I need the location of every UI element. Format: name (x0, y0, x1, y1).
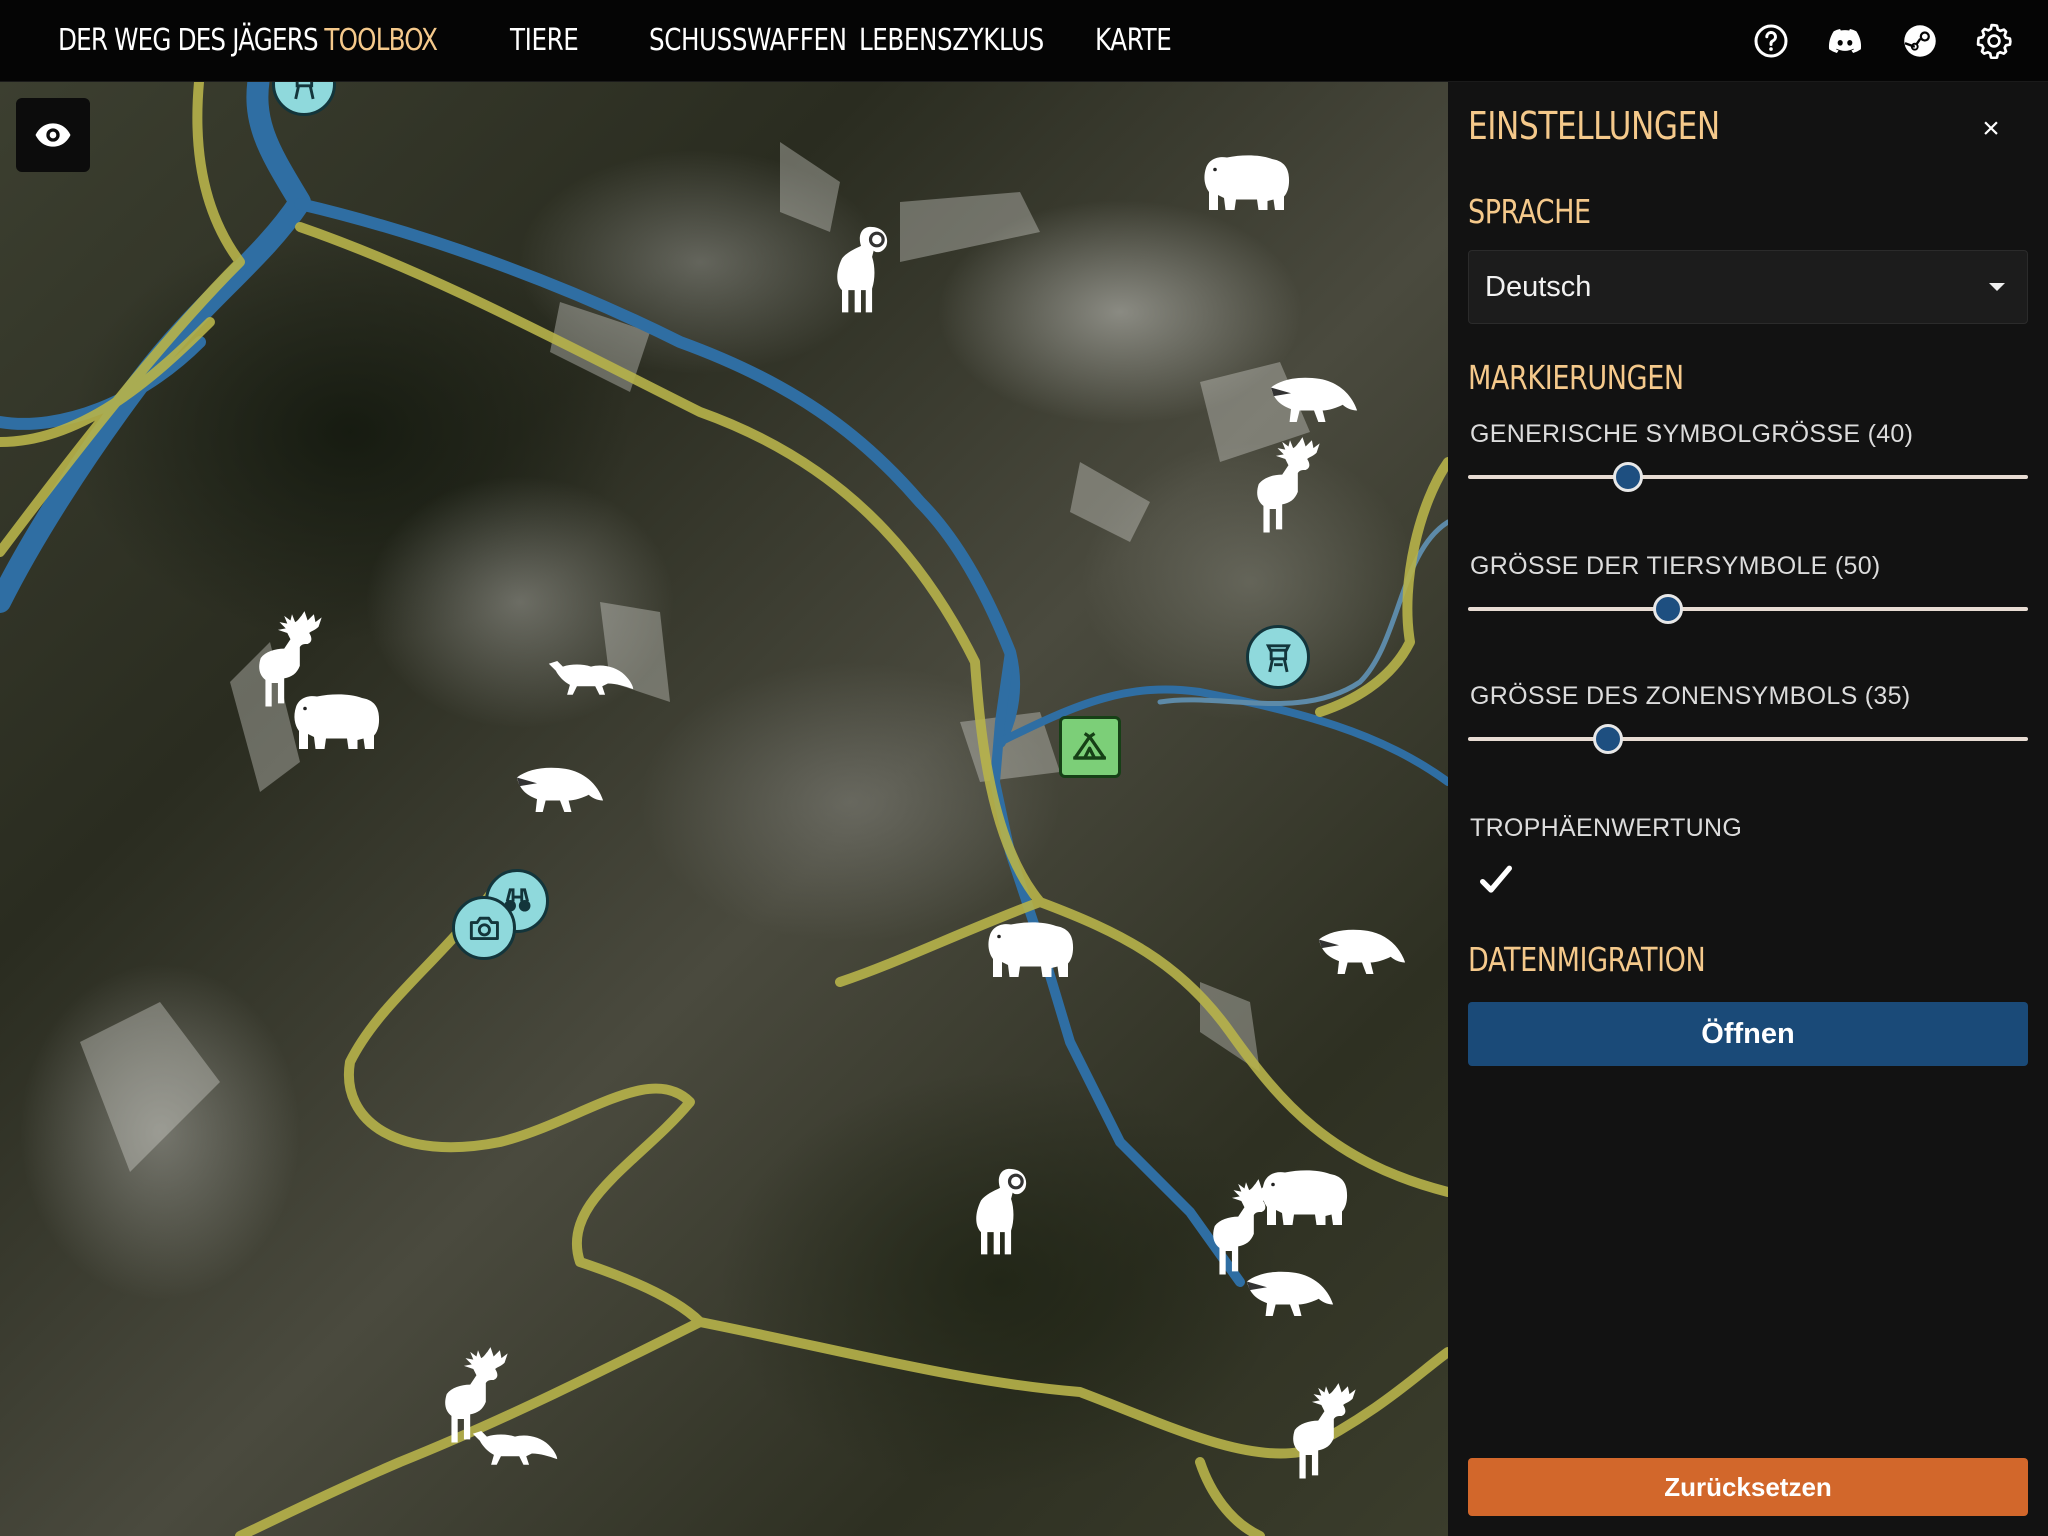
bear-icon[interactable] (984, 904, 1080, 984)
language-select-value: Deutsch (1485, 270, 1592, 303)
slider-track (1468, 475, 2028, 479)
badger-icon[interactable] (1268, 368, 1360, 430)
ram-icon[interactable] (962, 1162, 1038, 1258)
ram-icon[interactable] (823, 220, 899, 316)
camera-icon[interactable] (452, 896, 516, 960)
nav-item-schusswaffen[interactable]: SCHUSSWAFFEN (649, 0, 847, 82)
map-terrain (0, 82, 1448, 1536)
chevron-down-icon (1989, 283, 2005, 291)
tent-icon[interactable] (1059, 716, 1121, 778)
app-title-main: DER WEG DES JÄGERS (58, 23, 319, 58)
badger-icon[interactable] (1244, 1262, 1336, 1324)
bear-icon[interactable] (1200, 137, 1296, 217)
fox-icon[interactable] (546, 652, 636, 698)
close-settings-button[interactable]: × (1974, 112, 2008, 146)
hunting-stand-icon[interactable] (1246, 625, 1310, 689)
fox-icon[interactable] (470, 1422, 560, 1468)
settings-panel: EINSTELLUNGEN × SPRACHE Deutsch MARKIERU… (1448, 82, 2048, 1536)
trophy-rating-label: TROPHÄENWERTUNG (1470, 814, 1743, 842)
deer-icon[interactable] (1245, 434, 1335, 534)
nav-item-tiere[interactable]: TIERE (510, 0, 579, 82)
trophy-rating-checkbox[interactable] (1476, 860, 1516, 900)
zone-icon-size-slider[interactable] (1468, 724, 2028, 754)
animal-icon-size-slider[interactable] (1468, 594, 2028, 624)
toggle-visibility-button[interactable] (16, 98, 90, 172)
settings-title: EINSTELLUNGEN (1468, 104, 1720, 148)
zone-icon-size-label: GRÖSSE DES ZONENSYMBOLS (35) (1470, 682, 1911, 710)
language-select[interactable]: Deutsch (1468, 250, 2028, 324)
steam-icon[interactable] (1899, 20, 1941, 62)
top-navigation-bar: DER WEG DES JÄGERS TOOLBOX TIERE SCHUSSWA… (0, 0, 2048, 82)
data-migration-section-title: DATENMIGRATION (1468, 940, 1706, 979)
slider-thumb[interactable] (1593, 724, 1623, 754)
language-section-title: SPRACHE (1468, 192, 1591, 231)
help-icon[interactable] (1750, 20, 1792, 62)
bear-icon[interactable] (290, 676, 386, 756)
slider-thumb[interactable] (1613, 462, 1643, 492)
open-migration-button[interactable]: Öffnen (1468, 1002, 2028, 1066)
deer-icon[interactable] (1282, 1380, 1370, 1480)
eye-icon (35, 123, 71, 147)
discord-icon[interactable] (1824, 20, 1866, 62)
generic-icon-size-label: GENERISCHE SYMBOLGRÖSSE (40) (1470, 420, 1914, 448)
app-title-accent: TOOLBOX (324, 23, 438, 58)
generic-icon-size-slider[interactable] (1468, 462, 2028, 492)
animal-icon-size-label: GRÖSSE DER TIERSYMBOLE (50) (1470, 552, 1881, 580)
close-icon: × (1982, 112, 2000, 145)
slider-track (1468, 737, 2028, 741)
markers-section-title: MARKIERUNGEN (1468, 358, 1684, 397)
app-logo-title[interactable]: DER WEG DES JÄGERS TOOLBOX (58, 0, 438, 82)
badger-icon[interactable] (514, 758, 606, 820)
slider-thumb[interactable] (1653, 594, 1683, 624)
badger-icon[interactable] (1316, 920, 1408, 982)
hunting-map[interactable] (0, 82, 1448, 1536)
reset-settings-button[interactable]: Zurücksetzen (1468, 1458, 2028, 1516)
slider-track (1468, 607, 2028, 611)
settings-gear-icon[interactable] (1973, 20, 2015, 62)
nav-item-karte[interactable]: KARTE (1095, 0, 1172, 82)
deer-icon[interactable] (1202, 1176, 1290, 1276)
checkmark-icon (1480, 865, 1512, 893)
nav-item-lebenszyklus[interactable]: LEBENSZYKLUS (859, 0, 1044, 82)
